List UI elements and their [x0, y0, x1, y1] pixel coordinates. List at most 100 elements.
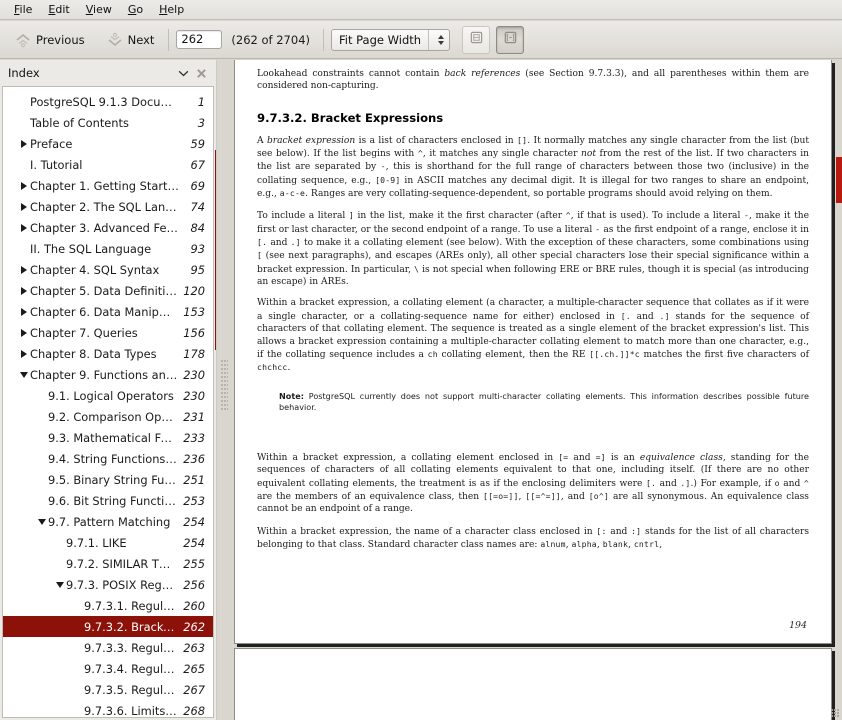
index-tree-row[interactable]: 9.7. Pattern Matching 254	[3, 511, 213, 532]
index-tree-row-label: 9.7. Pattern Matching	[48, 514, 171, 529]
paragraph-character-class: Within a bracket expression, the name of…	[257, 525, 809, 550]
twisty-expanded-icon[interactable]	[35, 511, 48, 532]
toolbar-separator-2	[323, 28, 324, 51]
twisty-none-spacer	[71, 658, 84, 679]
index-tree-row-label: Chapter 4. SQL Syntax	[30, 262, 160, 277]
single-page-icon	[469, 30, 484, 49]
continuous-view-button[interactable]	[496, 25, 525, 54]
twisty-expanded-icon[interactable]	[17, 364, 30, 385]
index-tree-row[interactable]: 9.3. Mathematical Fun... 233	[3, 427, 213, 448]
toolbar: Previous Next 262 (262 of 2704) Fit Page…	[0, 21, 842, 59]
index-tree-row[interactable]: Table of Contents 3	[3, 112, 213, 133]
index-tree-row[interactable]: 9.4. String Functions a... 236	[3, 448, 213, 469]
document-scrollbar[interactable]	[836, 60, 842, 720]
index-tree-row[interactable]: 9.7.3.4. Regular... 265	[3, 658, 213, 679]
index-tree-row[interactable]: PostgreSQL 9.1.3 Docum... 1	[3, 91, 213, 112]
next-page-button[interactable]: Next	[100, 25, 162, 55]
index-tree-row[interactable]: Chapter 4. SQL Syntax 95	[3, 259, 213, 280]
chevron-down-icon	[178, 70, 189, 77]
twisty-collapsed-icon[interactable]	[17, 259, 30, 280]
index-tree-row[interactable]: 9.7.3.1. Regular... 260	[3, 595, 213, 616]
index-tree-row[interactable]: Chapter 2. The SQL Lang... 74	[3, 196, 213, 217]
twisty-none-spacer	[71, 616, 84, 637]
menu-file-rest: ile	[19, 3, 33, 16]
index-tree-row-label: 9.7.3.3. Regular...	[84, 640, 178, 655]
index-tree-row[interactable]: Chapter 8. Data Types 178	[3, 343, 213, 364]
index-tree-row[interactable]: Preface 59	[3, 133, 213, 154]
twisty-collapsed-icon[interactable]	[17, 280, 30, 301]
twisty-none-spacer	[53, 553, 66, 574]
sidebar-splitter[interactable]	[216, 60, 233, 720]
menu-view[interactable]: View	[78, 1, 120, 18]
sidebar-header: Index	[0, 60, 216, 86]
twisty-collapsed-icon[interactable]	[17, 322, 30, 343]
index-tree-row[interactable]: 9.7.3.3. Regular... 263	[3, 637, 213, 658]
twisty-collapsed-icon[interactable]	[17, 301, 30, 322]
single-page-view-button[interactable]	[462, 25, 491, 54]
index-tree-row-label: 9.3. Mathematical Fun...	[48, 430, 178, 445]
index-tree-row[interactable]: Chapter 3. Advanced Feat... 84	[3, 217, 213, 238]
index-tree-row[interactable]: 9.7.3.5. Regular... 267	[3, 679, 213, 700]
twisty-collapsed-icon[interactable]	[17, 343, 30, 364]
twisty-collapsed-icon[interactable]	[17, 196, 30, 217]
index-tree-row-label: 9.7.3.5. Regular...	[84, 682, 178, 697]
splitter-grip-icon	[221, 360, 228, 412]
index-tree-row-page: 153	[183, 304, 205, 319]
index-tree-row[interactable]: 9.7.3.2. Bracket... 262	[3, 616, 213, 637]
index-tree-row[interactable]: I. Tutorial 67	[3, 154, 213, 175]
twisty-none-spacer	[35, 385, 48, 406]
sidebar-collapse-button[interactable]	[174, 64, 192, 82]
index-tree-row-page: 236	[183, 451, 205, 466]
index-tree-row[interactable]: 9.7.3. POSIX Regul... 256	[3, 574, 213, 595]
window-resize-grip-icon[interactable]	[831, 709, 840, 718]
menu-file[interactable]: File	[6, 1, 40, 18]
index-tree-row-page: 84	[190, 220, 206, 235]
twisty-collapsed-icon[interactable]	[17, 133, 30, 154]
menu-go-rest: o	[136, 3, 144, 16]
menu-edit-rest: dit	[55, 3, 70, 16]
menu-go[interactable]: Go	[120, 1, 151, 18]
index-tree-row-label: 9.6. Bit String Function...	[48, 493, 178, 508]
zoom-select-value: Fit Page Width	[339, 32, 422, 47]
sidebar-title: Index	[8, 66, 40, 80]
twisty-expanded-icon[interactable]	[53, 574, 66, 595]
index-tree-row[interactable]: II. The SQL Language 93	[3, 238, 213, 259]
index-tree-row[interactable]: 9.2. Comparison Oper... 231	[3, 406, 213, 427]
index-tree-row-label: 9.7.3.2. Bracket...	[84, 619, 178, 634]
menu-help[interactable]: Help	[151, 1, 192, 18]
index-tree-row-page: 95	[190, 262, 206, 277]
index-tree-row[interactable]: Chapter 7. Queries 156	[3, 322, 213, 343]
twisty-collapsed-icon[interactable]	[17, 175, 30, 196]
index-tree-row[interactable]: 9.1. Logical Operators 230	[3, 385, 213, 406]
index-tree-row[interactable]: 9.7.3.6. Limits a... 268	[3, 700, 213, 718]
twisty-none-spacer	[35, 469, 48, 490]
twisty-collapsed-icon[interactable]	[17, 217, 30, 238]
index-tree-row[interactable]: Chapter 1. Getting Started 69	[3, 175, 213, 196]
index-tree-row[interactable]: 9.7.2. SIMILAR TO R... 255	[3, 553, 213, 574]
index-tree-row-label: Chapter 6. Data Manipula...	[30, 304, 178, 319]
zoom-select[interactable]: Fit Page Width	[331, 28, 451, 51]
index-tree-row[interactable]: Chapter 9. Functions and ... 230	[3, 364, 213, 385]
menu-edit[interactable]: Edit	[40, 1, 77, 18]
index-tree-row[interactable]: Chapter 6. Data Manipula... 153	[3, 301, 213, 322]
page-number-input[interactable]: 262	[176, 30, 223, 49]
previous-page-button[interactable]: Previous	[8, 25, 92, 55]
twisty-none-spacer	[17, 238, 30, 259]
pdf-viewer-window: File Edit View Go Help Previous Next 262…	[0, 0, 842, 720]
index-tree-row-label: PostgreSQL 9.1.3 Docum...	[30, 94, 179, 109]
document-scrollbar-thumb[interactable]	[836, 157, 842, 203]
twisty-none-spacer	[71, 700, 84, 717]
index-tree-row[interactable]: Chapter 5. Data Definition 120	[3, 280, 213, 301]
index-tree-row-label: 9.7.2. SIMILAR TO R...	[66, 556, 177, 571]
sidebar-close-button[interactable]	[192, 64, 210, 82]
index-tree-row-label: Chapter 7. Queries	[30, 325, 138, 340]
index-tree-row[interactable]: 9.5. Binary String Func... 251	[3, 469, 213, 490]
index-tree-row-page: 156	[183, 325, 205, 340]
index-tree-row[interactable]: 9.7.1. LIKE 254	[3, 532, 213, 553]
document-viewport[interactable]: Lookahead constraints cannot contain bac…	[232, 60, 836, 720]
index-tree: PostgreSQL 9.1.3 Docum... 1 Table of Conte…	[3, 87, 213, 718]
page-count-label: (262 of 2704)	[231, 32, 310, 47]
arrow-down-icon	[107, 32, 123, 48]
index-tree-panel[interactable]: PostgreSQL 9.1.3 Docum... 1 Table of Conte…	[2, 86, 214, 718]
index-tree-row[interactable]: 9.6. Bit String Function... 253	[3, 490, 213, 511]
